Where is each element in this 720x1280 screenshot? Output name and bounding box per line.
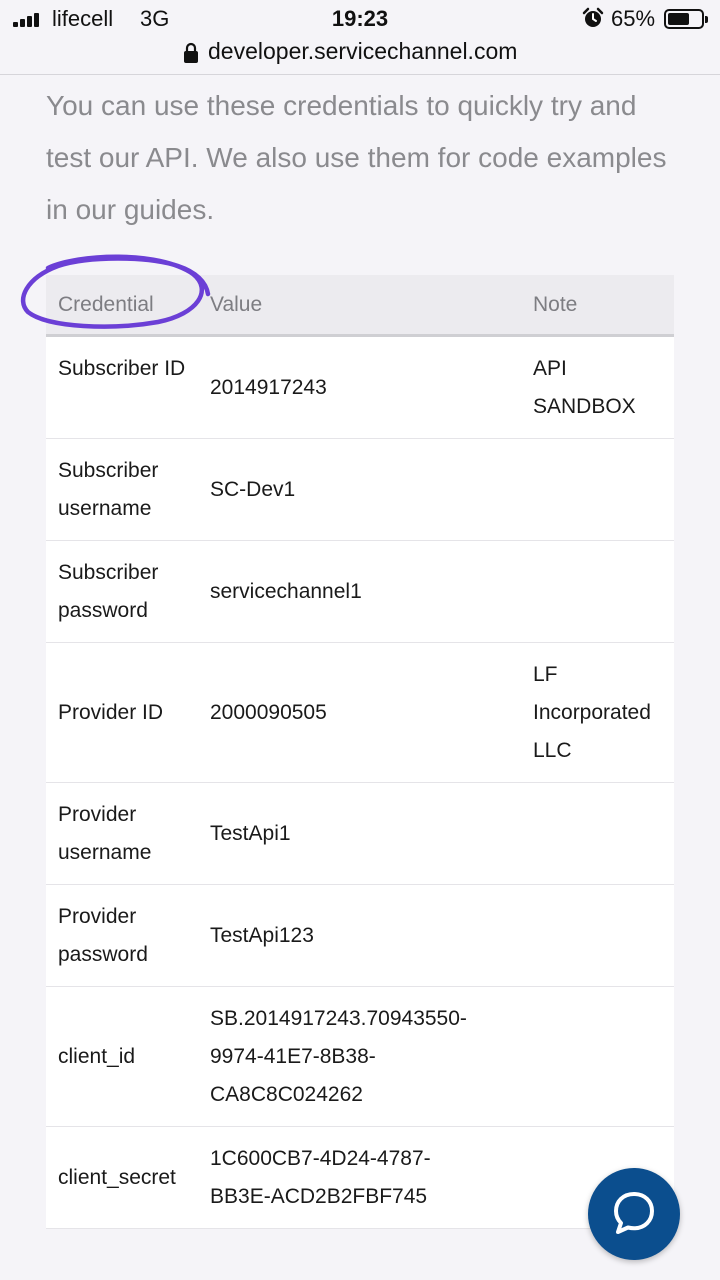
- url-bar[interactable]: developer.servicechannel.com: [0, 38, 720, 75]
- cell-credential: client_secret: [58, 1166, 176, 1189]
- chat-bubble-icon: [614, 1192, 654, 1234]
- table-row: Subscriber password servicechannel1: [46, 541, 674, 643]
- table-row: client_id SB.2014917243.70943550-9974-41…: [46, 987, 674, 1127]
- header-value: Value: [210, 293, 263, 316]
- cell-note: API SANDBOX: [533, 357, 636, 418]
- header-credential: Credential: [58, 293, 154, 316]
- table-header: Credential Value Note: [46, 275, 674, 337]
- table-row: Provider ID 2000090505 LF Incorporated L…: [46, 643, 674, 783]
- cell-note: LF Incorporated LLC: [533, 663, 651, 762]
- cell-value[interactable]: SB.2014917243.70943550-9974-41E7-8B38-CA…: [210, 1000, 510, 1114]
- lock-icon: [184, 42, 198, 63]
- cell-credential: Provider username: [58, 803, 152, 864]
- table-row: Subscriber username SC-Dev1: [46, 439, 674, 541]
- cell-value[interactable]: SC-Dev1: [210, 471, 520, 509]
- cell-value[interactable]: TestApi1: [210, 815, 520, 853]
- cell-credential: Subscriber ID: [58, 357, 186, 380]
- cell-value[interactable]: TestApi123: [210, 917, 520, 955]
- cell-value[interactable]: servicechannel1: [210, 573, 520, 611]
- battery-icon: [664, 9, 708, 29]
- alarm-icon: [582, 7, 604, 27]
- url-text[interactable]: developer.servicechannel.com: [208, 38, 517, 65]
- cell-value[interactable]: 2000090505: [210, 694, 520, 732]
- cell-value[interactable]: 2014917243: [210, 369, 520, 407]
- cell-credential: Provider ID: [58, 701, 164, 724]
- cell-value[interactable]: 1C600CB7-4D24-4787-BB3E-ACD2B2FBF745: [210, 1140, 480, 1216]
- header-note: Note: [533, 293, 578, 316]
- cell-credential: Subscriber username: [58, 459, 159, 520]
- chat-button[interactable]: [588, 1168, 680, 1260]
- intro-text: You can use these credentials to quickly…: [46, 90, 667, 225]
- cell-credential: Provider password: [58, 905, 148, 966]
- cell-credential: Subscriber password: [58, 561, 159, 622]
- status-bar: lifecell 3G 19:23 65%: [0, 0, 720, 40]
- table-row: Subscriber ID 2014917243 API SANDBOX: [46, 337, 674, 439]
- table-row: Provider username TestApi1: [46, 783, 674, 885]
- cell-credential: client_id: [58, 1045, 136, 1068]
- table-row: Provider password TestApi123: [46, 885, 674, 987]
- table-row: client_secret 1C600CB7-4D24-4787-BB3E-AC…: [46, 1127, 674, 1229]
- credentials-table: Credential Value Note Subscriber ID 2014…: [46, 275, 674, 1229]
- battery-percentage: 65%: [611, 6, 656, 31]
